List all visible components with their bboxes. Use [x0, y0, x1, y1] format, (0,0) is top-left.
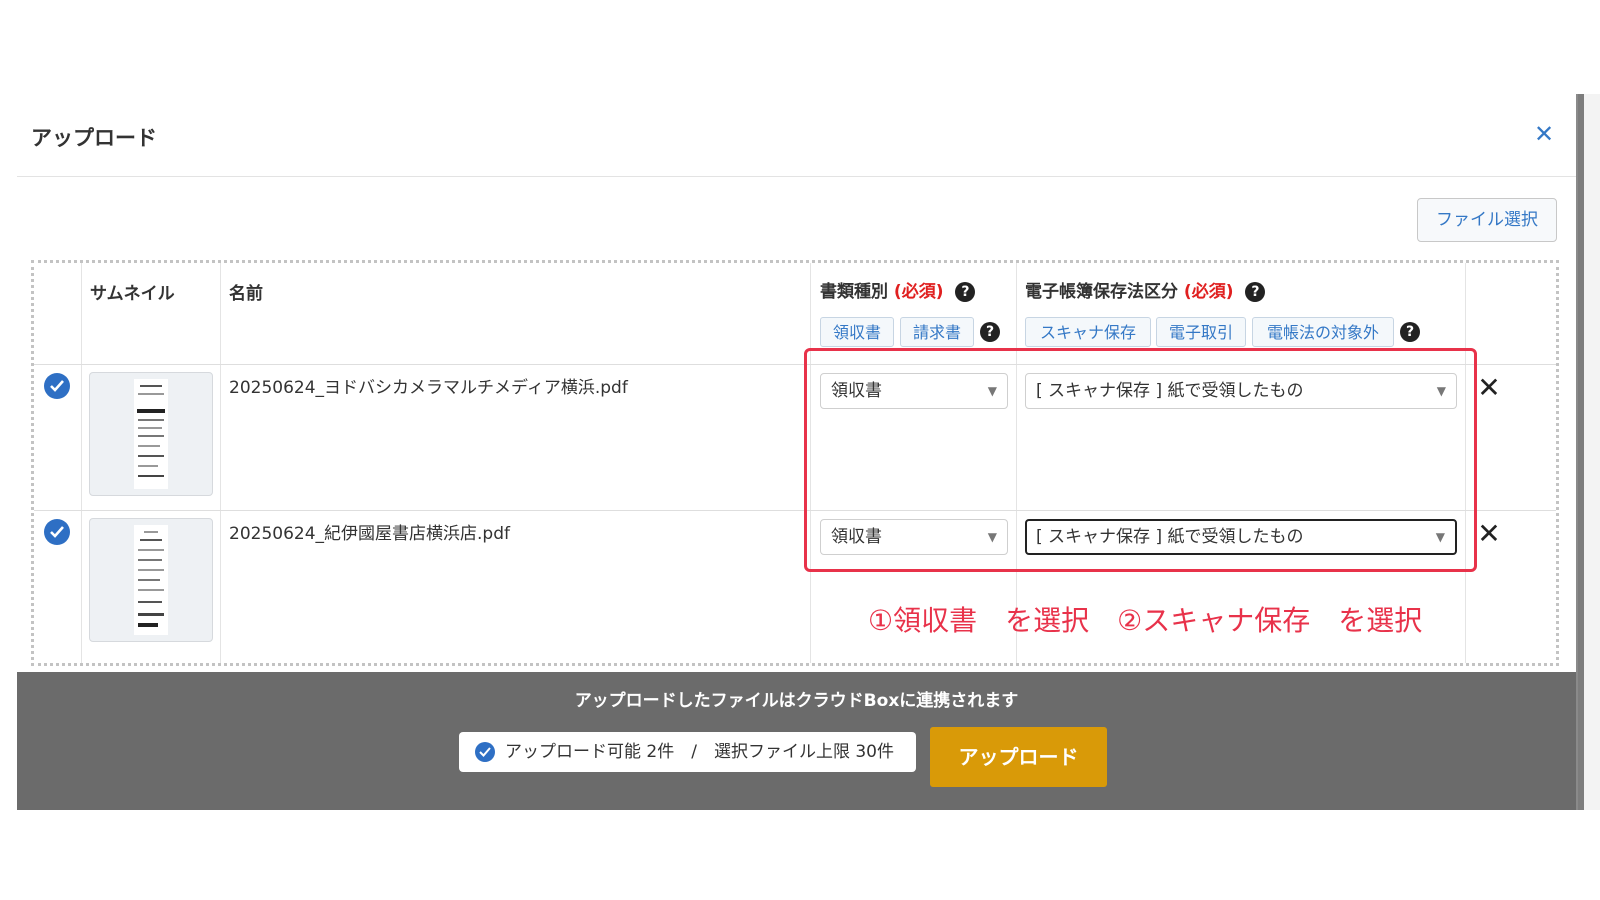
- check-circle-icon: [475, 742, 495, 762]
- header-name: 名前: [229, 284, 263, 304]
- help-icon[interactable]: ?: [955, 282, 976, 302]
- required-badge: (必須): [893, 282, 944, 302]
- receipt-preview: [134, 525, 168, 635]
- remove-row-icon[interactable]: ✕: [1476, 520, 1502, 548]
- quick-electronic-button[interactable]: 電子取引: [1156, 317, 1246, 347]
- row-checkbox[interactable]: [44, 519, 70, 545]
- modal-header: アップロード ✕: [17, 94, 1576, 177]
- quick-scanner-button[interactable]: スキャナ保存: [1025, 317, 1151, 347]
- column-divider: [220, 263, 221, 663]
- required-badge: (必須): [1183, 282, 1234, 302]
- upload-button[interactable]: アップロード: [930, 727, 1107, 787]
- footer-message: アップロードしたファイルはクラウドBoxに連携されます: [574, 691, 1019, 711]
- annotation-highlight-box: [804, 348, 1477, 572]
- header-storage-label: 電子帳簿保存法区分: [1025, 282, 1178, 302]
- help-icon[interactable]: ?: [1245, 282, 1266, 302]
- help-icon[interactable]: ?: [1400, 322, 1420, 342]
- receipt-preview: [134, 379, 168, 489]
- header-doc-type: 書類種別 (必須) ?: [820, 277, 976, 302]
- remove-row-icon[interactable]: ✕: [1476, 374, 1502, 402]
- file-name: 20250624_ヨドバシカメラマルチメディア横浜.pdf: [229, 378, 628, 398]
- header-storage: 電子帳簿保存法区分 (必須) ?: [1025, 277, 1266, 302]
- file-name: 20250624_紀伊國屋書店横浜店.pdf: [229, 524, 510, 544]
- modal-title: アップロード: [31, 126, 157, 150]
- row-checkbox[interactable]: [44, 373, 70, 399]
- quick-excluded-button[interactable]: 電帳法の対象外: [1252, 317, 1394, 347]
- background-page: [1576, 94, 1600, 810]
- quick-invoice-button[interactable]: 請求書: [900, 317, 974, 347]
- header-doc-type-label: 書類種別: [820, 282, 888, 302]
- help-icon[interactable]: ?: [980, 322, 1000, 342]
- quick-receipt-button[interactable]: 領収書: [820, 317, 894, 347]
- file-select-button[interactable]: ファイル選択: [1417, 198, 1557, 242]
- upload-status-text: アップロード可能 2件 / 選択ファイル上限 30件: [505, 742, 894, 762]
- thumbnail-image: [89, 372, 213, 496]
- modal-footer: アップロードしたファイルはクラウドBoxに連携されます アップロード可能 2件 …: [17, 672, 1576, 810]
- upload-status: アップロード可能 2件 / 選択ファイル上限 30件: [459, 732, 916, 772]
- thumbnail-image: [89, 518, 213, 642]
- background-scrollbar: [1578, 94, 1584, 810]
- close-icon[interactable]: ✕: [1530, 120, 1558, 148]
- annotation-text: ①領収書 を選択 ②スキャナ保存 を選択: [868, 604, 1423, 637]
- column-divider: [81, 263, 82, 663]
- header-thumbnail: サムネイル: [90, 284, 175, 304]
